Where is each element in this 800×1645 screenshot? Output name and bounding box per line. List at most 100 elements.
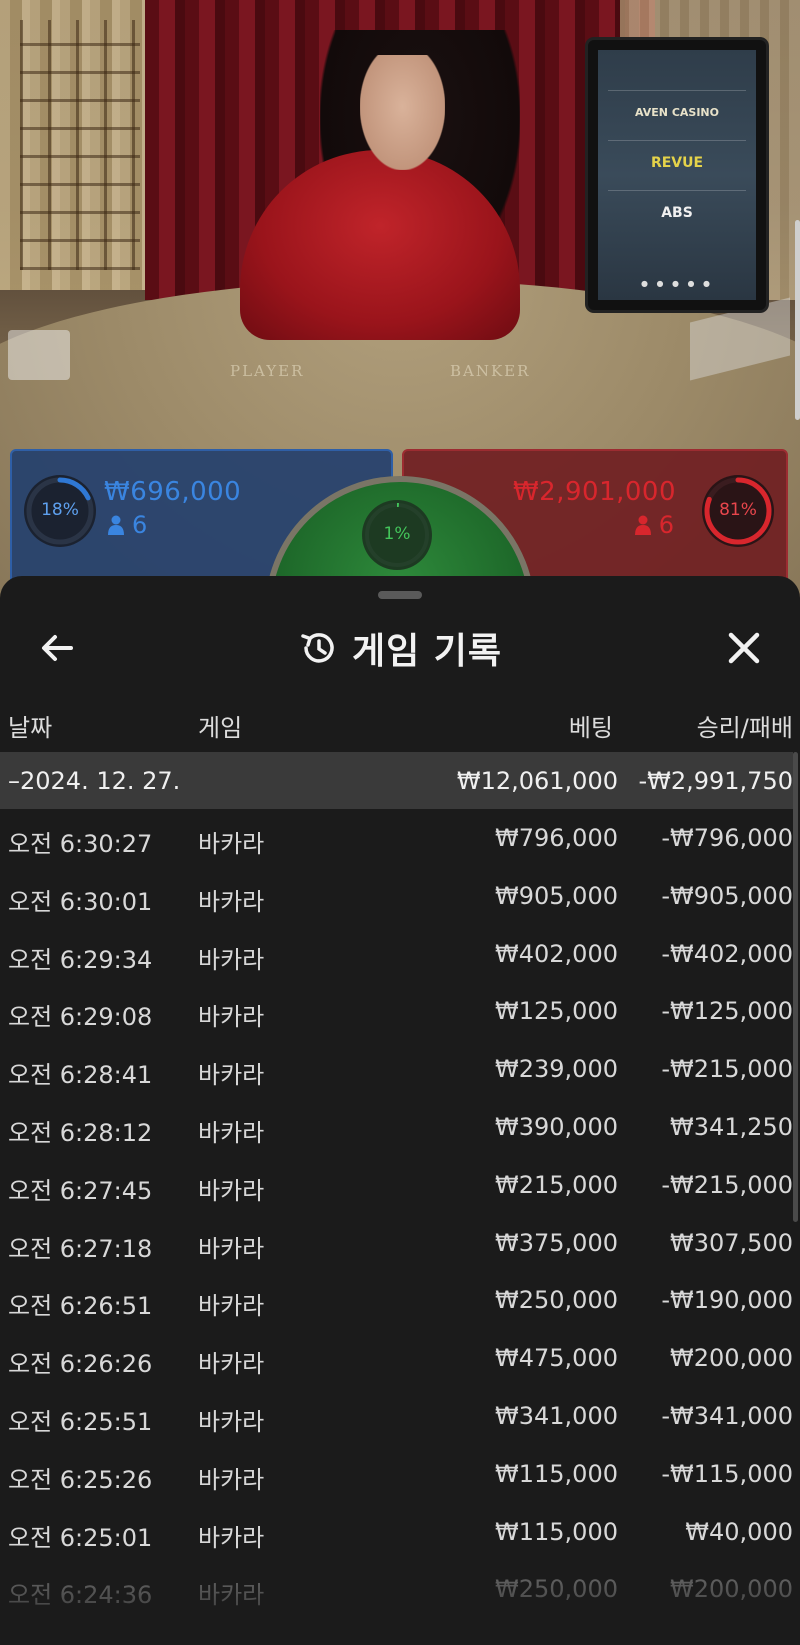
- row-bet: ₩239,000: [495, 1055, 618, 1084]
- banker-bet-amount: ₩2,901,000: [512, 477, 676, 507]
- history-row[interactable]: 오전 6:25:01 바카라 ₩115,000 ₩40,000: [0, 1503, 793, 1561]
- sheet-title-text: 게임 기록: [351, 631, 502, 672]
- row-bet: ₩341,000: [495, 1401, 618, 1430]
- row-win-loss: -₩190,000: [661, 1286, 793, 1315]
- history-row[interactable]: 오전 6:28:41 바카라 ₩239,000 -₩215,000: [0, 1040, 793, 1098]
- sheet-header: 게임 기록: [0, 612, 800, 686]
- history-row[interactable]: 오전 6:26:26 바카라 ₩475,000 ₩200,000: [0, 1329, 793, 1387]
- column-header-win-loss: 승리/패배: [696, 714, 793, 742]
- row-time: 오전 6:27:45: [8, 1176, 153, 1205]
- table-label-banker: BANKER: [450, 362, 531, 380]
- summary-win-loss: -₩2,991,750: [638, 767, 793, 795]
- history-row[interactable]: 오전 6:30:01 바카라 ₩905,000 -₩905,000: [0, 867, 793, 925]
- banker-percent: 81%: [719, 500, 757, 520]
- row-game: 바카라: [198, 1350, 265, 1379]
- row-win-loss: -₩341,000: [661, 1401, 793, 1430]
- history-row[interactable]: 오전 6:25:26 바카라 ₩115,000 -₩115,000: [0, 1445, 793, 1503]
- row-win-loss: ₩307,500: [670, 1228, 793, 1257]
- row-time: 오전 6:30:01: [8, 887, 153, 916]
- row-time: 오전 6:28:41: [8, 1061, 153, 1090]
- person-icon: [108, 515, 124, 535]
- monitor-brand-aven: AVEN CASINO: [608, 90, 746, 134]
- card-discard-tray: [8, 330, 70, 380]
- column-header-game: 게임: [198, 714, 243, 742]
- close-button[interactable]: [722, 626, 766, 670]
- row-win-loss: ₩200,000: [670, 1344, 793, 1373]
- row-game: 바카라: [198, 1234, 265, 1263]
- row-game: 바카라: [198, 1523, 265, 1552]
- tie-percent: 1%: [383, 524, 411, 544]
- row-time: 오전 6:25:01: [8, 1523, 153, 1552]
- row-time: 오전 6:27:18: [8, 1234, 153, 1263]
- row-bet: ₩905,000: [495, 881, 618, 910]
- banker-percent-ring: 81%: [702, 475, 774, 547]
- row-win-loss: -₩125,000: [661, 997, 793, 1026]
- row-time: 오전 6:29:08: [8, 1003, 153, 1032]
- row-win-loss: -₩402,000: [661, 939, 793, 968]
- sheet-drag-handle[interactable]: [378, 591, 422, 599]
- row-game: 바카라: [198, 1292, 265, 1321]
- row-game: 바카라: [198, 830, 265, 858]
- row-game: 바카라: [198, 945, 265, 974]
- row-time: 오전 6:25:26: [8, 1465, 153, 1494]
- history-row[interactable]: 오전 6:25:51 바카라 ₩341,000 -₩341,000: [0, 1387, 793, 1445]
- row-win-loss: -₩796,000: [661, 824, 793, 852]
- player-bettor-count: 6: [108, 511, 147, 539]
- history-list[interactable]: –2024. 12. 27. ₩12,061,000 -₩2,991,750 오…: [0, 752, 793, 1618]
- row-game: 바카라: [198, 1118, 265, 1147]
- monitor-page-dots: ● ● ● ● ●: [640, 279, 714, 288]
- history-row[interactable]: 오전 6:27:18 바카라 ₩375,000 ₩307,500: [0, 1214, 793, 1272]
- player-percent: 18%: [41, 500, 79, 520]
- history-row[interactable]: 오전 6:29:08 바카라 ₩125,000 -₩125,000: [0, 982, 793, 1040]
- row-win-loss: -₩115,000: [661, 1459, 793, 1488]
- row-time: 오전 6:26:26: [8, 1350, 153, 1379]
- history-row[interactable]: 오전 6:30:27 바카라 ₩796,000 -₩796,000: [0, 809, 793, 867]
- row-bet: ₩796,000: [495, 824, 618, 852]
- close-icon: [728, 632, 760, 664]
- row-game: 바카라: [198, 1061, 265, 1090]
- brand-monitor: AVEN CASINO REVUE ABS ● ● ● ● ●: [588, 40, 766, 310]
- list-bottom-fade: [0, 1560, 800, 1645]
- row-time: 오전 6:30:27: [8, 830, 153, 858]
- row-bet: ₩115,000: [495, 1459, 618, 1488]
- history-scrollbar[interactable]: [793, 752, 798, 1222]
- person-icon: [634, 515, 651, 535]
- player-bet-amount: ₩696,000: [104, 477, 242, 507]
- banker-count-value: 6: [658, 511, 674, 539]
- history-column-headers: 날짜 게임 베팅 승리/패배: [0, 700, 800, 746]
- monitor-brand-abs: ABS: [608, 190, 746, 234]
- row-bet: ₩115,000: [495, 1517, 618, 1546]
- history-row[interactable]: 오전 6:27:45 바카라 ₩215,000 -₩215,000: [0, 1156, 793, 1214]
- row-win-loss: ₩40,000: [685, 1517, 793, 1546]
- row-game: 바카라: [198, 1407, 265, 1436]
- summary-bet: ₩12,061,000: [456, 767, 618, 795]
- history-row[interactable]: 오전 6:26:51 바카라 ₩250,000 -₩190,000: [0, 1271, 793, 1329]
- date-summary-row[interactable]: –2024. 12. 27. ₩12,061,000 -₩2,991,750: [0, 752, 793, 809]
- column-header-bet: 베팅: [568, 714, 613, 742]
- side-edge-handle[interactable]: [795, 220, 800, 420]
- row-game: 바카라: [198, 1465, 265, 1494]
- player-count-value: 6: [132, 511, 148, 539]
- row-win-loss: -₩215,000: [661, 1055, 793, 1084]
- column-header-date: 날짜: [8, 714, 53, 742]
- monitor-brand-revue: REVUE: [608, 140, 746, 184]
- history-row[interactable]: 오전 6:28:12 바카라 ₩390,000 ₩341,250: [0, 1098, 793, 1156]
- row-time: 오전 6:26:51: [8, 1292, 153, 1321]
- dealer-face: [360, 55, 445, 170]
- row-bet: ₩402,000: [495, 939, 618, 968]
- sheet-title: 게임 기록: [0, 622, 800, 674]
- row-win-loss: -₩905,000: [661, 881, 793, 910]
- row-time: 오전 6:28:12: [8, 1118, 153, 1147]
- row-game: 바카라: [198, 887, 265, 916]
- row-time: 오전 6:29:34: [8, 945, 153, 974]
- row-win-loss: ₩341,250: [670, 1112, 793, 1141]
- history-row[interactable]: 오전 6:29:34 바카라 ₩402,000 -₩402,000: [0, 925, 793, 983]
- row-bet: ₩375,000: [495, 1228, 618, 1257]
- row-game: 바카라: [198, 1003, 265, 1032]
- row-time: 오전 6:25:51: [8, 1407, 153, 1436]
- row-bet: ₩475,000: [495, 1344, 618, 1373]
- row-win-loss: -₩215,000: [661, 1170, 793, 1199]
- row-game: 바카라: [198, 1176, 265, 1205]
- row-bet: ₩125,000: [495, 997, 618, 1026]
- row-bet: ₩390,000: [495, 1112, 618, 1141]
